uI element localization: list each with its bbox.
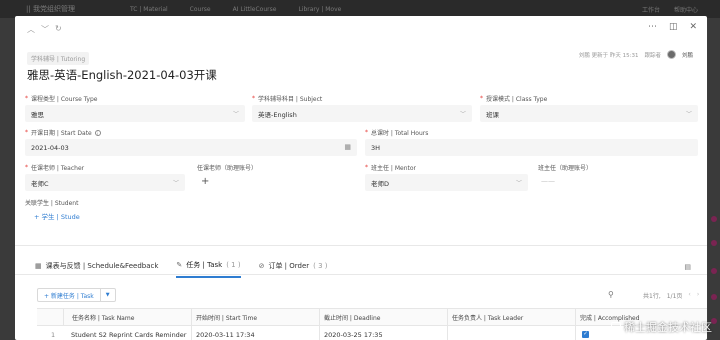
student-label: 关联学生 | Student [25, 200, 79, 207]
pager-total: 共1行, [643, 293, 661, 300]
detail-tabs: ▦ 课表与反馈 | Schedule&Feedback ✎ 任务 | Task … [35, 260, 328, 278]
avatar[interactable] [666, 50, 676, 59]
owner-label: 跟踪者 [644, 52, 661, 59]
edit-icon: ✎ [176, 261, 183, 269]
record-meta: 刘鹏 更新于 昨天 15:31 跟踪者 刘鹏 [579, 50, 693, 59]
add-teacher-account-button[interactable]: + [201, 176, 209, 187]
start-date-input[interactable]: 2021-04-03 ▦ [25, 139, 357, 156]
modal-nav-controls: ︿ ﹀ ↻ [27, 24, 62, 35]
task-leader-cell [447, 326, 575, 340]
info-icon: i [94, 129, 101, 136]
table-row[interactable]: 1 Student S2 Reprint Cards Reminder 2020… [37, 326, 707, 340]
watermark-logo-icon [611, 322, 621, 332]
record-type-tag: 学科辅导 | Tutoring [27, 52, 90, 65]
more-icon[interactable]: ⋯ [648, 22, 657, 32]
link-icon: ⊘ [258, 262, 265, 270]
column-header-deadline[interactable]: 截止时间 | Deadline [319, 309, 447, 325]
chevron-up-icon[interactable]: ︿ [27, 24, 35, 35]
total-hours-label: * 总课时 | Total Hours [365, 129, 429, 137]
task-table: 任务名称 | Task Name 开始时间 | Start Time 截止时间 … [37, 308, 707, 340]
prev-page-icon[interactable]: ‹ [688, 291, 690, 300]
course-detail-modal: ︿ ﹀ ↻ ⋯ ◫ ✕ 学科辅导 | Tutoring 刘鹏 更新于 昨天 15… [15, 16, 707, 340]
background-dot [711, 240, 717, 246]
chevron-down-icon: ﹀ [515, 180, 522, 187]
background-workbench: 工作台 [641, 7, 660, 14]
class-type-label: * 授课模式 | Class Type [480, 95, 548, 103]
calendar-icon: ▦ [35, 262, 42, 270]
modal-topbar: ︿ ﹀ ↻ ⋯ ◫ ✕ [15, 16, 707, 40]
watermark: 稀土掘金技术社区 [611, 319, 712, 335]
subject-select[interactable]: 英语-English ﹀ [252, 105, 472, 122]
column-header-task-leader[interactable]: 任务负责人 | Task Leader [447, 309, 575, 325]
next-page-icon[interactable]: › [697, 291, 699, 300]
class-type-select[interactable]: 班课 ﹀ [480, 105, 698, 122]
tab-task[interactable]: ✎ 任务 | Task ( 1 ) [176, 260, 241, 278]
background-nav-item: Library | Move [298, 5, 342, 13]
pager-page: 1/1页 [666, 293, 683, 300]
new-task-button[interactable]: + 新建任务 | Task [38, 289, 101, 301]
start-date-label: * 开课日期 | Start Date i [25, 128, 101, 137]
column-header-start-time[interactable]: 开始时间 | Start Time [191, 309, 319, 325]
row-index: 1 [51, 330, 56, 339]
start-time-cell: 2020-03-11 17:34 [191, 326, 319, 340]
background-right-rail [708, 18, 720, 340]
background-nav-item: TC | Material [129, 5, 168, 13]
modal-window-controls: ⋯ ◫ ✕ [648, 22, 697, 32]
updated-info: 刘鹏 更新于 昨天 15:31 [578, 52, 639, 59]
watermark-text: 稀土掘金技术社区 [624, 321, 712, 334]
background-dot [711, 294, 717, 300]
caret-down-icon[interactable]: ▼ [101, 292, 115, 298]
background-dot [711, 268, 717, 274]
page-title: 雅思-英语-English-2021-04-03开课 [27, 68, 217, 82]
mentor-label: * 班主任 | Mentor [365, 164, 416, 172]
teacher-select[interactable]: 老师C ﹀ [25, 174, 185, 191]
pagination: 共1行, 1/1页 ‹ › [643, 291, 699, 300]
mentor-account-empty: —— [541, 177, 555, 185]
add-student-button[interactable]: + 学生 | Stude [34, 211, 80, 221]
split-view-icon[interactable]: ◫ [669, 22, 678, 32]
teacher-account-label: 任课老师（助理账号） [197, 165, 258, 172]
background-nav-item: Course [189, 5, 211, 13]
search-icon[interactable]: ⚲ [608, 290, 614, 299]
background-dot [711, 216, 717, 222]
course-type-select[interactable]: 雅思 ﹀ [25, 105, 245, 122]
table-header: 任务名称 | Task Name 开始时间 | Start Time 截止时间 … [37, 308, 707, 326]
task-name-cell[interactable]: Student S2 Reprint Cards Reminder [63, 331, 191, 339]
mentor-select[interactable]: 老师D ﹀ [365, 174, 528, 191]
total-hours-input[interactable]: 3H [365, 139, 698, 156]
column-header-task-name[interactable]: 任务名称 | Task Name [63, 309, 191, 325]
chevron-down-icon: ﹀ [232, 111, 239, 118]
close-icon[interactable]: ✕ [689, 22, 697, 32]
mentor-account-label: 班主任（助理账号） [538, 165, 593, 172]
refresh-icon[interactable]: ↻ [55, 24, 62, 35]
section-divider [15, 245, 707, 246]
chevron-down-icon: ﹀ [172, 180, 179, 187]
background-nav: TC | Material Course AI LittleCourse Lib… [130, 6, 363, 13]
background-right-menu: 工作台 帮助中心 [642, 5, 698, 14]
deadline-cell: 2020-03-25 17:35 [319, 326, 447, 340]
background-help: 帮助中心 [673, 7, 698, 14]
owner-name[interactable]: 刘鹏 [682, 51, 693, 59]
background-nav-item: AI LittleCourse [232, 5, 277, 13]
chevron-down-icon: ﹀ [459, 111, 466, 118]
tab-order[interactable]: ⊘ 订单 | Order ( 3 ) [259, 260, 328, 278]
chevron-down-icon: ﹀ [685, 111, 692, 118]
course-type-label: * 课程类型 | Course Type [25, 95, 98, 103]
teacher-label: * 任课老师 | Teacher [25, 164, 85, 172]
new-task-button-group: + 新建任务 | Task ▼ [37, 288, 116, 302]
background-logo: || 我党组织管理 [26, 5, 75, 13]
tabs-divider [15, 274, 707, 275]
chevron-down-icon[interactable]: ﹀ [41, 24, 49, 35]
subject-label: * 学科辅导科目 | Subject [252, 95, 323, 103]
tab-schedule-feedback[interactable]: ▦ 课表与反馈 | Schedule&Feedback [35, 260, 158, 278]
table-view-icon[interactable]: ▤ [684, 263, 691, 271]
calendar-icon: ▦ [344, 143, 351, 151]
accomplished-checkbox[interactable]: ✓ [582, 331, 589, 338]
